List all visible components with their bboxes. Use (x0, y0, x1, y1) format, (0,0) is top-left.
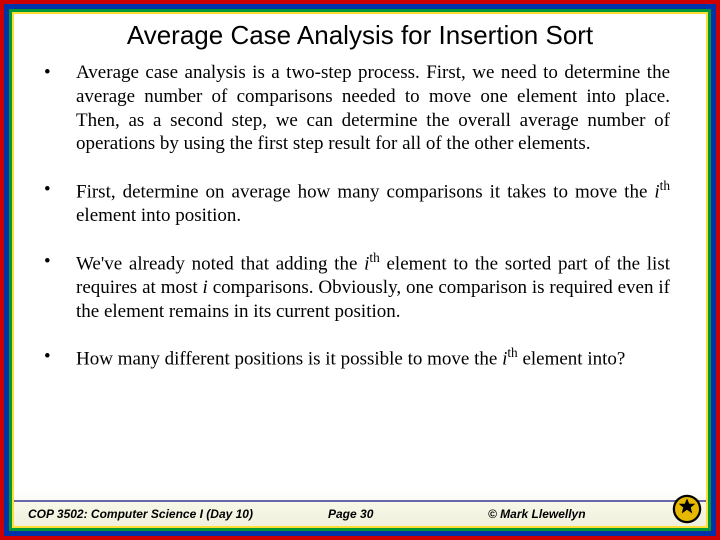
bullet-marker: • (44, 61, 56, 156)
border-blue: Average Case Analysis for Insertion Sort… (4, 4, 716, 536)
border-red: Average Case Analysis for Insertion Sort… (0, 0, 720, 540)
footer-course: COP 3502: Computer Science I (Day 10) (28, 507, 328, 521)
bullet-item: • How many different positions is it pos… (44, 345, 670, 371)
content-area: • Average case analysis is a two-step pr… (14, 61, 706, 500)
border-green: Average Case Analysis for Insertion Sort… (9, 9, 711, 531)
bullet-marker: • (44, 345, 56, 371)
bullet-text: First, determine on average how many com… (76, 178, 670, 228)
text-fragment: We've already noted that adding the (76, 253, 364, 274)
footer-copyright: © Mark Llewellyn (468, 507, 700, 521)
superscript-th: th (507, 345, 517, 360)
bullet-text: Average case analysis is a two-step proc… (76, 61, 670, 156)
border-yellow: Average Case Analysis for Insertion Sort… (12, 12, 708, 528)
bullet-item: • First, determine on average how many c… (44, 178, 670, 228)
bullet-text: How many different positions is it possi… (76, 345, 625, 371)
text-fragment: element into position. (76, 205, 241, 226)
footer-page: Page 30 (328, 507, 468, 521)
footer-bar: COP 3502: Computer Science I (Day 10) Pa… (14, 500, 706, 526)
slide-title: Average Case Analysis for Insertion Sort (14, 14, 706, 61)
text-fragment: First, determine on average how many com… (76, 181, 654, 202)
bullet-marker: • (44, 178, 56, 228)
superscript-th: th (660, 178, 670, 193)
text-fragment: How many different positions is it possi… (76, 349, 502, 370)
bullet-text: We've already noted that adding the ith … (76, 250, 670, 324)
slide-body: Average Case Analysis for Insertion Sort… (14, 14, 706, 526)
superscript-th: th (369, 250, 379, 265)
text-fragment: element into? (518, 349, 626, 370)
bullet-marker: • (44, 250, 56, 324)
bullet-item: • We've already noted that adding the it… (44, 250, 670, 324)
bullet-item: • Average case analysis is a two-step pr… (44, 61, 670, 156)
ucf-logo-icon (672, 494, 702, 524)
